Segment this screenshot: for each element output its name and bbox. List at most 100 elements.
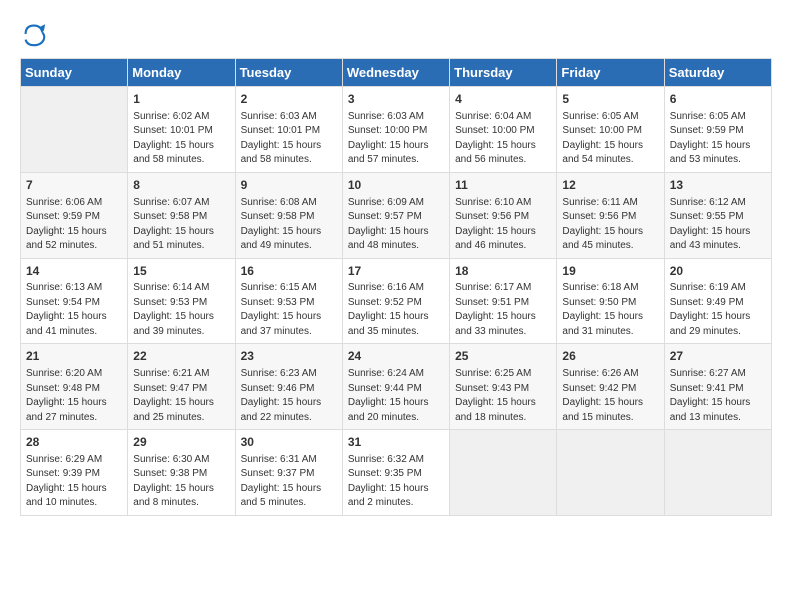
calendar-table: SundayMondayTuesdayWednesdayThursdayFrid…	[20, 58, 772, 516]
header-thursday: Thursday	[450, 59, 557, 87]
day-number: 23	[241, 348, 337, 365]
calendar-cell: 4 Sunrise: 6:04 AM Sunset: 10:00 PM Dayli…	[450, 87, 557, 173]
calendar-cell	[664, 430, 771, 516]
day-info: Sunrise: 6:19 AM Sunset: 9:49 PM Dayligh…	[670, 281, 766, 339]
day-number: 19	[562, 263, 658, 280]
day-number: 25	[455, 348, 551, 365]
calendar-cell: 22 Sunrise: 6:21 AM Sunset: 9:47 PM Dayli…	[128, 344, 235, 430]
calendar-cell: 11 Sunrise: 6:10 AM Sunset: 9:56 PM Dayli…	[450, 172, 557, 258]
calendar-cell: 5 Sunrise: 6:05 AM Sunset: 10:00 PM Dayli…	[557, 87, 664, 173]
day-info: Sunrise: 6:10 AM Sunset: 9:56 PM Dayligh…	[455, 196, 551, 254]
logo	[20, 20, 52, 48]
calendar-cell: 26Sunrise: 6:26 AM Sunset: 9:42 PM Dayli…	[557, 344, 664, 430]
day-info: Sunrise: 6:15 AM Sunset: 9:53 PM Dayligh…	[241, 281, 337, 339]
day-info: Sunrise: 6:03 AM Sunset: 10:00 PM Daylig…	[348, 110, 444, 168]
day-number: 18	[455, 263, 551, 280]
calendar-cell: 1Sunrise: 6:02 AM Sunset: 10:01 PM Dayli…	[128, 87, 235, 173]
day-number: 5	[562, 91, 658, 108]
day-info: Sunrise: 6:02 AM Sunset: 10:01 PM Daylig…	[133, 110, 229, 168]
calendar-cell: 3 Sunrise: 6:03 AM Sunset: 10:00 PM Dayli…	[342, 87, 449, 173]
header-friday: Friday	[557, 59, 664, 87]
calendar-cell	[557, 430, 664, 516]
calendar-cell: 23 Sunrise: 6:23 AM Sunset: 9:46 PM Dayli…	[235, 344, 342, 430]
day-info: Sunrise: 6:13 AM Sunset: 9:54 PM Dayligh…	[26, 281, 122, 339]
calendar-cell: 31 Sunrise: 6:32 AM Sunset: 9:35 PM Dayli…	[342, 430, 449, 516]
day-info: Sunrise: 6:05 AM Sunset: 9:59 PM Dayligh…	[670, 110, 766, 168]
calendar-cell: 12 Sunrise: 6:11 AM Sunset: 9:56 PM Dayli…	[557, 172, 664, 258]
day-info: Sunrise: 6:12 AM Sunset: 9:55 PM Dayligh…	[670, 196, 766, 254]
day-number: 6	[670, 91, 766, 108]
day-info: Sunrise: 6:06 AM Sunset: 9:59 PM Dayligh…	[26, 196, 122, 254]
week-row-3: 14Sunrise: 6:13 AM Sunset: 9:54 PM Dayli…	[21, 258, 772, 344]
day-number: 11	[455, 177, 551, 194]
day-number: 26	[562, 348, 658, 365]
calendar-cell: 6 Sunrise: 6:05 AM Sunset: 9:59 PM Daylig…	[664, 87, 771, 173]
calendar-cell: 14Sunrise: 6:13 AM Sunset: 9:54 PM Dayli…	[21, 258, 128, 344]
day-number: 4	[455, 91, 551, 108]
day-number: 15	[133, 263, 229, 280]
day-number: 29	[133, 434, 229, 451]
day-info: Sunrise: 6:23 AM Sunset: 9:46 PM Dayligh…	[241, 367, 337, 425]
calendar-header: SundayMondayTuesdayWednesdayThursdayFrid…	[21, 59, 772, 87]
week-row-4: 21Sunrise: 6:20 AM Sunset: 9:48 PM Dayli…	[21, 344, 772, 430]
day-number: 31	[348, 434, 444, 451]
day-info: Sunrise: 6:05 AM Sunset: 10:00 PM Daylig…	[562, 110, 658, 168]
day-number: 22	[133, 348, 229, 365]
header-monday: Monday	[128, 59, 235, 87]
calendar-cell: 29 Sunrise: 6:30 AM Sunset: 9:38 PM Dayli…	[128, 430, 235, 516]
header-saturday: Saturday	[664, 59, 771, 87]
calendar-cell	[21, 87, 128, 173]
day-info: Sunrise: 6:03 AM Sunset: 10:01 PM Daylig…	[241, 110, 337, 168]
week-row-5: 28 Sunrise: 6:29 AM Sunset: 9:39 PM Dayli…	[21, 430, 772, 516]
day-number: 28	[26, 434, 122, 451]
day-info: Sunrise: 6:17 AM Sunset: 9:51 PM Dayligh…	[455, 281, 551, 339]
calendar-cell: 15Sunrise: 6:14 AM Sunset: 9:53 PM Dayli…	[128, 258, 235, 344]
week-row-2: 7Sunrise: 6:06 AM Sunset: 9:59 PM Daylig…	[21, 172, 772, 258]
calendar-cell: 9Sunrise: 6:08 AM Sunset: 9:58 PM Daylig…	[235, 172, 342, 258]
header-tuesday: Tuesday	[235, 59, 342, 87]
day-info: Sunrise: 6:18 AM Sunset: 9:50 PM Dayligh…	[562, 281, 658, 339]
day-info: Sunrise: 6:25 AM Sunset: 9:43 PM Dayligh…	[455, 367, 551, 425]
calendar-cell: 21Sunrise: 6:20 AM Sunset: 9:48 PM Dayli…	[21, 344, 128, 430]
day-info: Sunrise: 6:16 AM Sunset: 9:52 PM Dayligh…	[348, 281, 444, 339]
page-header	[20, 20, 772, 48]
day-info: Sunrise: 6:11 AM Sunset: 9:56 PM Dayligh…	[562, 196, 658, 254]
calendar-cell: 25 Sunrise: 6:25 AM Sunset: 9:43 PM Dayli…	[450, 344, 557, 430]
calendar-body: 1Sunrise: 6:02 AM Sunset: 10:01 PM Dayli…	[21, 87, 772, 516]
calendar-cell: 13 Sunrise: 6:12 AM Sunset: 9:55 PM Dayli…	[664, 172, 771, 258]
calendar-cell	[450, 430, 557, 516]
day-number: 20	[670, 263, 766, 280]
day-number: 10	[348, 177, 444, 194]
day-info: Sunrise: 6:04 AM Sunset: 10:00 PM Daylig…	[455, 110, 551, 168]
header-sunday: Sunday	[21, 59, 128, 87]
day-number: 14	[26, 263, 122, 280]
day-number: 16	[241, 263, 337, 280]
day-number: 3	[348, 91, 444, 108]
calendar-cell: 19Sunrise: 6:18 AM Sunset: 9:50 PM Dayli…	[557, 258, 664, 344]
calendar-cell: 16Sunrise: 6:15 AM Sunset: 9:53 PM Dayli…	[235, 258, 342, 344]
day-info: Sunrise: 6:20 AM Sunset: 9:48 PM Dayligh…	[26, 367, 122, 425]
calendar-cell: 24Sunrise: 6:24 AM Sunset: 9:44 PM Dayli…	[342, 344, 449, 430]
logo-icon	[20, 20, 48, 48]
calendar-cell: 20Sunrise: 6:19 AM Sunset: 9:49 PM Dayli…	[664, 258, 771, 344]
day-number: 13	[670, 177, 766, 194]
day-info: Sunrise: 6:21 AM Sunset: 9:47 PM Dayligh…	[133, 367, 229, 425]
day-info: Sunrise: 6:29 AM Sunset: 9:39 PM Dayligh…	[26, 453, 122, 511]
week-row-1: 1Sunrise: 6:02 AM Sunset: 10:01 PM Dayli…	[21, 87, 772, 173]
day-info: Sunrise: 6:30 AM Sunset: 9:38 PM Dayligh…	[133, 453, 229, 511]
day-number: 30	[241, 434, 337, 451]
calendar-cell: 30Sunrise: 6:31 AM Sunset: 9:37 PM Dayli…	[235, 430, 342, 516]
calendar-cell: 8Sunrise: 6:07 AM Sunset: 9:58 PM Daylig…	[128, 172, 235, 258]
day-number: 12	[562, 177, 658, 194]
calendar-cell: 7Sunrise: 6:06 AM Sunset: 9:59 PM Daylig…	[21, 172, 128, 258]
day-number: 27	[670, 348, 766, 365]
day-info: Sunrise: 6:27 AM Sunset: 9:41 PM Dayligh…	[670, 367, 766, 425]
day-info: Sunrise: 6:32 AM Sunset: 9:35 PM Dayligh…	[348, 453, 444, 511]
calendar-cell: 27 Sunrise: 6:27 AM Sunset: 9:41 PM Dayli…	[664, 344, 771, 430]
day-info: Sunrise: 6:08 AM Sunset: 9:58 PM Dayligh…	[241, 196, 337, 254]
header-wednesday: Wednesday	[342, 59, 449, 87]
day-info: Sunrise: 6:07 AM Sunset: 9:58 PM Dayligh…	[133, 196, 229, 254]
calendar-cell: 18Sunrise: 6:17 AM Sunset: 9:51 PM Dayli…	[450, 258, 557, 344]
day-info: Sunrise: 6:14 AM Sunset: 9:53 PM Dayligh…	[133, 281, 229, 339]
day-number: 2	[241, 91, 337, 108]
